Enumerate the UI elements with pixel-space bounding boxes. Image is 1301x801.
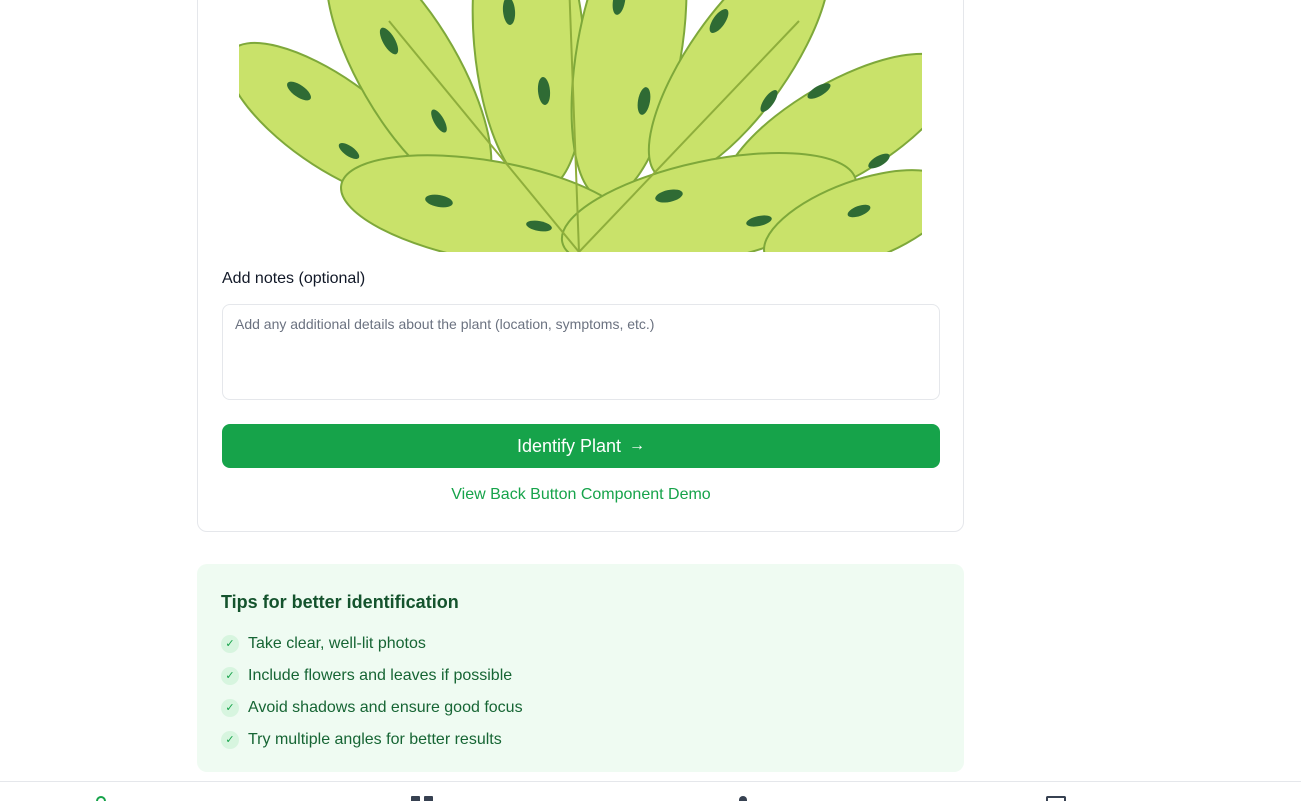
notes-label: Add notes (optional) — [222, 270, 366, 287]
upload-card: Add notes (optional) Identify Plant → Vi… — [197, 0, 964, 532]
home-icon[interactable] — [96, 796, 106, 801]
tips-list: ✓ Take clear, well-lit photos ✓ Include … — [221, 628, 523, 756]
tip-item: ✓ Include flowers and leaves if possible — [221, 660, 523, 692]
back-button-demo-link[interactable]: View Back Button Component Demo — [198, 486, 964, 504]
tip-text: Take clear, well-lit photos — [248, 635, 426, 652]
grid-icon[interactable] — [411, 796, 433, 801]
tip-item: ✓ Take clear, well-lit photos — [221, 628, 523, 660]
bottom-nav — [0, 781, 1301, 801]
uploaded-plant-photo — [239, 0, 922, 252]
notes-textarea[interactable] — [222, 304, 940, 400]
identify-plant-button[interactable]: Identify Plant → — [222, 424, 940, 468]
tip-item: ✓ Try multiple angles for better results — [221, 724, 523, 756]
check-icon: ✓ — [221, 635, 239, 653]
page: Add notes (optional) Identify Plant → Vi… — [0, 0, 1301, 801]
book-icon[interactable] — [1046, 796, 1066, 801]
user-icon[interactable] — [739, 796, 747, 801]
tip-text: Avoid shadows and ensure good focus — [248, 699, 523, 716]
check-icon: ✓ — [221, 731, 239, 749]
identify-plant-label: Identify Plant — [516, 435, 622, 456]
tips-title: Tips for better identification — [221, 592, 459, 612]
arrow-right-icon: → — [629, 437, 646, 454]
tip-text: Include flowers and leaves if possible — [248, 667, 513, 684]
tip-item: ✓ Avoid shadows and ensure good focus — [221, 692, 523, 724]
tip-text: Try multiple angles for better results — [248, 731, 502, 748]
tips-panel: Tips for better identification ✓ Take cl… — [197, 564, 964, 772]
check-icon: ✓ — [221, 699, 239, 717]
check-icon: ✓ — [221, 667, 239, 685]
